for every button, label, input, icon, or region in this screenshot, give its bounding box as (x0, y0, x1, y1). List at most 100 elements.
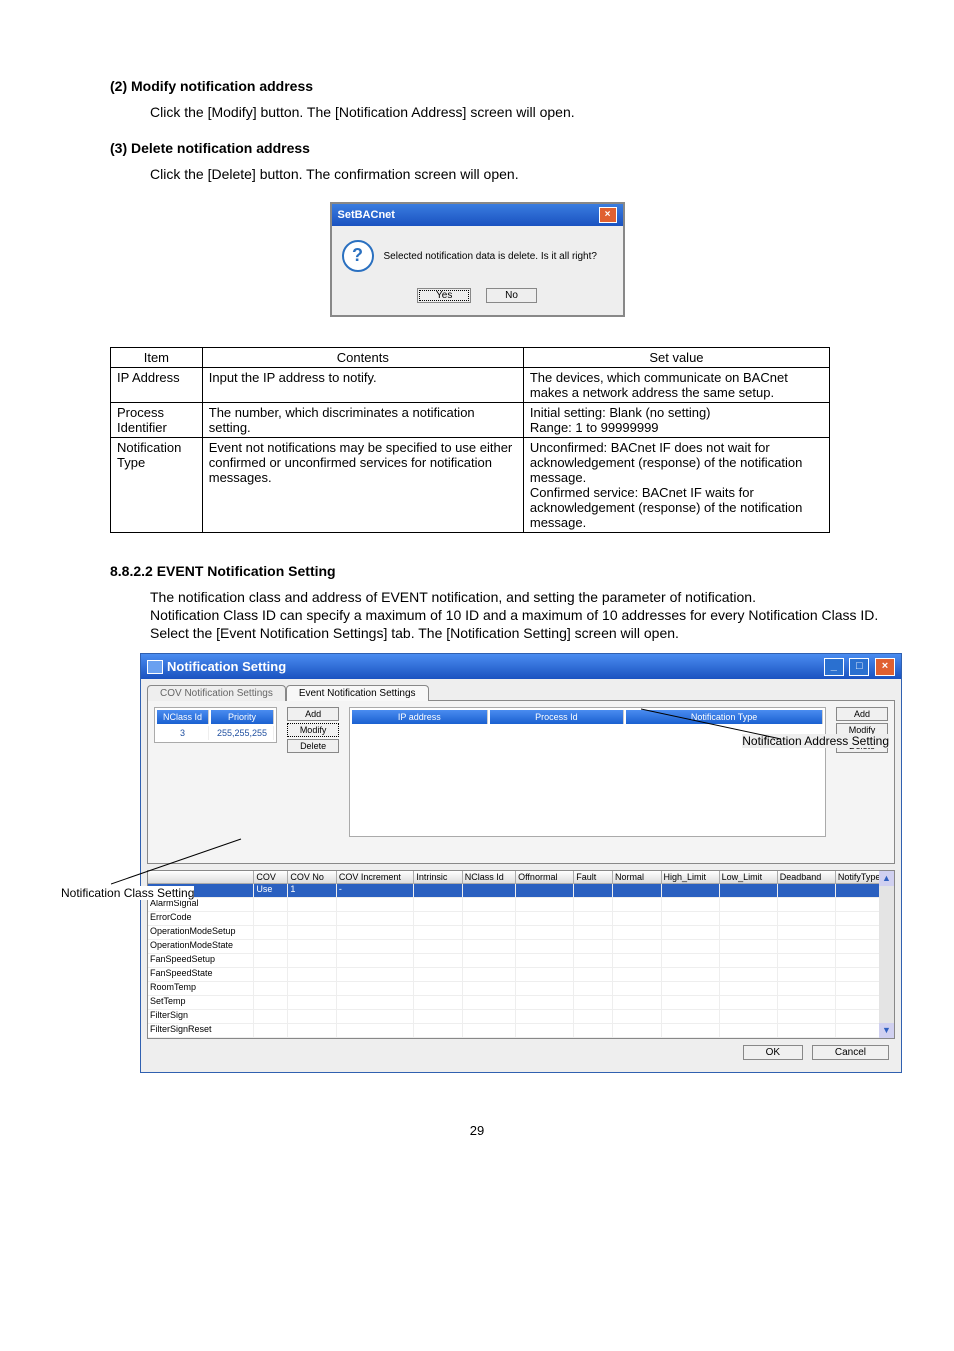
cell (254, 982, 288, 995)
cell (337, 898, 414, 911)
cell (516, 982, 574, 995)
cell (778, 912, 836, 925)
cell (516, 898, 574, 911)
cell (337, 982, 414, 995)
cell (778, 996, 836, 1009)
cell (720, 912, 778, 925)
cell (337, 912, 414, 925)
cell (337, 968, 414, 981)
cell (254, 912, 288, 925)
cell (662, 898, 720, 911)
list-item[interactable]: FilterSign (148, 1010, 894, 1024)
list-item[interactable]: AlarmSignal (148, 898, 894, 912)
cell (288, 1024, 336, 1037)
maximize-icon[interactable]: □ (849, 658, 869, 676)
cell: FilterSign (148, 1010, 254, 1023)
cell (463, 1024, 516, 1037)
cell (288, 968, 336, 981)
delete-button[interactable]: Delete (287, 739, 339, 753)
list-item[interactable]: Use 1 - (148, 884, 894, 898)
list-item[interactable]: SetTemp (148, 996, 894, 1010)
add-button[interactable]: Add (836, 707, 888, 721)
scroll-up-icon[interactable]: ▲ (879, 871, 894, 886)
close-icon[interactable]: × (599, 207, 617, 223)
no-button[interactable]: No (486, 288, 537, 303)
question-icon: ? (342, 240, 374, 272)
cell (662, 982, 720, 995)
cell (414, 940, 462, 953)
event-param-list[interactable]: COV COV No COV Increment Intrinsic NClas… (147, 870, 895, 1039)
text-modify: Click the [Modify] button. The [Notifica… (150, 104, 904, 120)
cell: FanSpeedSetup (148, 954, 254, 967)
cell (720, 1024, 778, 1037)
cell (414, 968, 462, 981)
minimize-icon[interactable]: _ (824, 658, 844, 676)
cell (254, 898, 288, 911)
table-row: Notification Type Event not notification… (111, 438, 830, 533)
cell (720, 982, 778, 995)
cell (414, 912, 462, 925)
list-item[interactable]: ErrorCode (148, 912, 894, 926)
tab-cov[interactable]: COV Notification Settings (147, 685, 286, 701)
cell: RoomTemp (148, 982, 254, 995)
cell (414, 996, 462, 1009)
list-item[interactable]: FanSpeedState (148, 968, 894, 982)
cell (516, 954, 574, 967)
list-item[interactable]: OperationModeState (148, 940, 894, 954)
tab-event[interactable]: Event Notification Settings (286, 685, 429, 701)
col-setvalue: Set value (523, 348, 829, 368)
cell (463, 940, 516, 953)
col-ip: IP address (352, 710, 487, 724)
col-ntype: Notification Type (626, 710, 823, 724)
page-number: 29 (50, 1123, 904, 1138)
spec-table: Item Contents Set value IP Address Input… (110, 347, 830, 533)
dialog-message: Selected notification data is delete. Is… (384, 251, 597, 262)
address-table[interactable]: IP address Process Id Notification Type (349, 707, 826, 837)
cell (516, 940, 574, 953)
cell: The devices, which communicate on BACnet… (523, 368, 829, 403)
list-item[interactable]: FilterSignReset (148, 1024, 894, 1038)
cancel-button[interactable]: Cancel (812, 1045, 889, 1060)
cell (463, 982, 516, 995)
col-nclass: NClass Id (157, 710, 209, 724)
yes-button[interactable]: Yes (417, 288, 471, 303)
cell[interactable]: 255,255,255 (211, 726, 274, 740)
nclass-table[interactable]: NClass Id Priority 3 255,255,255 (154, 707, 277, 743)
cell (254, 954, 288, 967)
cell: Process Identifier (111, 403, 203, 438)
cell (613, 982, 661, 995)
list-item[interactable]: FanSpeedSetup (148, 954, 894, 968)
list-item[interactable]: OperationModeSetup (148, 926, 894, 940)
text-delete: Click the [Delete] button. The confirmat… (150, 166, 904, 182)
col: COV (254, 871, 288, 883)
cell: Use (254, 884, 288, 897)
cell (613, 1024, 661, 1037)
ok-button[interactable]: OK (743, 1045, 803, 1060)
cell: IP Address (111, 368, 203, 403)
add-button[interactable]: Add (287, 707, 339, 721)
close-icon[interactable]: × (875, 658, 895, 676)
cell (662, 996, 720, 1009)
cell (288, 996, 336, 1009)
cell (254, 926, 288, 939)
scrollbar[interactable]: ▲ ▼ (879, 871, 894, 1038)
cell: Input the IP address to notify. (202, 368, 523, 403)
cell (574, 1010, 613, 1023)
list-item[interactable]: RoomTemp (148, 982, 894, 996)
cell: Unconfirmed: BACnet IF does not wait for… (523, 438, 829, 533)
cell (613, 912, 661, 925)
cell: - (337, 884, 414, 897)
cell (516, 1010, 574, 1023)
cell (574, 982, 613, 995)
cell (574, 926, 613, 939)
cell (613, 898, 661, 911)
modify-button[interactable]: Modify (287, 723, 339, 737)
scroll-down-icon[interactable]: ▼ (879, 1023, 894, 1038)
cell (463, 926, 516, 939)
cell[interactable]: 3 (157, 726, 209, 740)
cell (337, 1010, 414, 1023)
cell (662, 912, 720, 925)
cell (574, 898, 613, 911)
cell: Event not notifications may be specified… (202, 438, 523, 533)
heading-delete: (3) Delete notification address (110, 140, 904, 156)
